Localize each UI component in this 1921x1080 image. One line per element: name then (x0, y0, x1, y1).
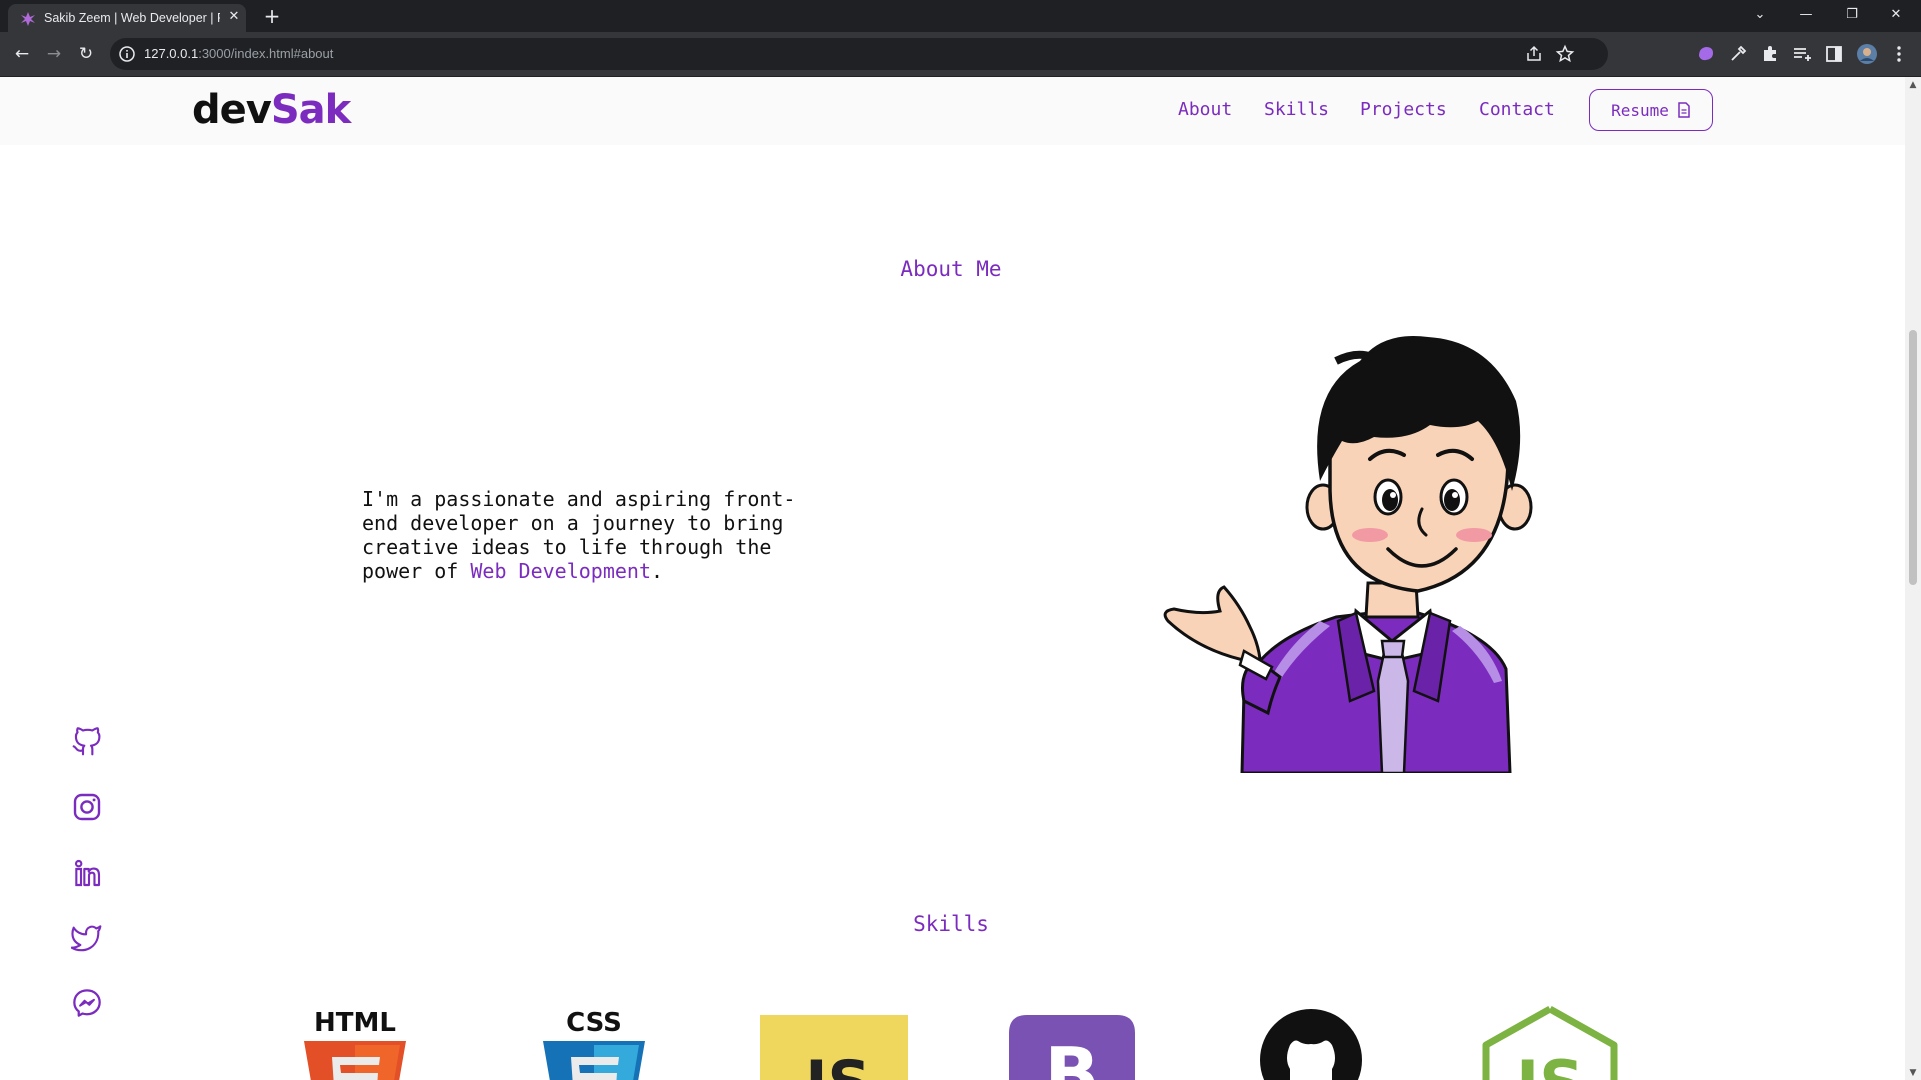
reading-list-icon[interactable] (1790, 42, 1814, 66)
share-icon[interactable] (1524, 44, 1544, 64)
tab-title: Sakib Zeem | Web Developer | Fr (44, 11, 220, 25)
instagram-icon[interactable] (71, 791, 103, 823)
nav-contact-link[interactable]: Contact (1479, 99, 1555, 120)
nav-about-link[interactable]: About (1178, 99, 1232, 120)
js-label: JS (801, 1048, 871, 1080)
new-tab-button[interactable]: + (262, 6, 282, 26)
site-logo[interactable]: devSak (192, 87, 351, 133)
linkedin-icon[interactable] (71, 857, 103, 889)
extension-color-icon[interactable] (1694, 42, 1718, 66)
side-panel-icon[interactable] (1822, 42, 1846, 66)
bookmark-star-icon[interactable] (1555, 44, 1575, 64)
scrollbar-thumb[interactable] (1909, 330, 1917, 585)
github-icon[interactable] (71, 725, 103, 757)
eyedropper-icon[interactable] (1726, 42, 1750, 66)
about-description: I'm a passionate and aspiring front-end … (362, 487, 796, 583)
javascript-logo-icon: JS (760, 1015, 908, 1080)
messenger-icon[interactable] (71, 987, 103, 1019)
document-icon (1678, 102, 1690, 118)
tab-close-icon[interactable]: ✕ (226, 9, 242, 25)
site-info-icon[interactable] (118, 45, 136, 63)
web-page: devSak About Skills Projects Contact Res… (0, 77, 1905, 1080)
resume-label: Resume (1611, 100, 1669, 120)
back-button[interactable]: ← (10, 42, 34, 66)
url-text[interactable]: 127.0.0.1:3000/index.html#about (144, 46, 333, 61)
restore-button[interactable]: ❐ (1832, 4, 1872, 26)
css-label: CSS (566, 1008, 622, 1038)
reload-button[interactable]: ↻ (74, 42, 98, 66)
browser-tab[interactable]: Sakib Zeem | Web Developer | Fr ✕ (8, 4, 246, 32)
nav-skills-link[interactable]: Skills (1264, 99, 1329, 120)
forward-button[interactable]: → (42, 42, 66, 66)
web-development-highlight: Web Development (470, 559, 651, 583)
about-section-title: About Me (900, 257, 1002, 281)
scroll-down-arrow-icon[interactable]: ▼ (1908, 1068, 1918, 1078)
nav-projects-link[interactable]: Projects (1360, 99, 1447, 120)
cartoon-developer-illustration (1163, 336, 1533, 773)
resume-button[interactable]: Resume (1589, 89, 1713, 131)
twitter-icon[interactable] (71, 921, 103, 953)
tab-search-icon[interactable]: ⌄ (1740, 4, 1780, 26)
css3-logo-icon: CSS (543, 1008, 645, 1080)
html5-logo-icon: HTML (304, 1008, 406, 1080)
browser-tab-bar: Sakib Zeem | Web Developer | Fr ✕ + ⌄ — … (0, 0, 1921, 32)
nodejs-logo-icon: JS (1482, 1005, 1618, 1080)
window-close-button[interactable]: ✕ (1876, 4, 1916, 26)
html-label: HTML (314, 1008, 396, 1038)
github-logo-icon (1260, 1009, 1362, 1080)
svg-text:JS: JS (1512, 1047, 1584, 1080)
bootstrap-logo-icon: B (1009, 1015, 1135, 1080)
address-bar[interactable]: 127.0.0.1:3000/index.html#about (110, 38, 1608, 70)
extensions-puzzle-icon[interactable] (1758, 42, 1782, 66)
site-favicon-icon (21, 12, 35, 26)
minimize-button[interactable]: — (1786, 4, 1826, 26)
scroll-up-arrow-icon[interactable]: ▲ (1908, 80, 1918, 90)
site-header: devSak About Skills Projects Contact Res… (0, 77, 1905, 145)
skills-section-title: Skills (913, 912, 989, 936)
browser-toolbar: ← → ↻ 127.0.0.1:3000/index.html#about (0, 32, 1921, 77)
svg-text:B: B (1045, 1032, 1100, 1080)
profile-avatar-icon[interactable] (1855, 42, 1879, 66)
chrome-menu-icon[interactable] (1887, 42, 1911, 66)
